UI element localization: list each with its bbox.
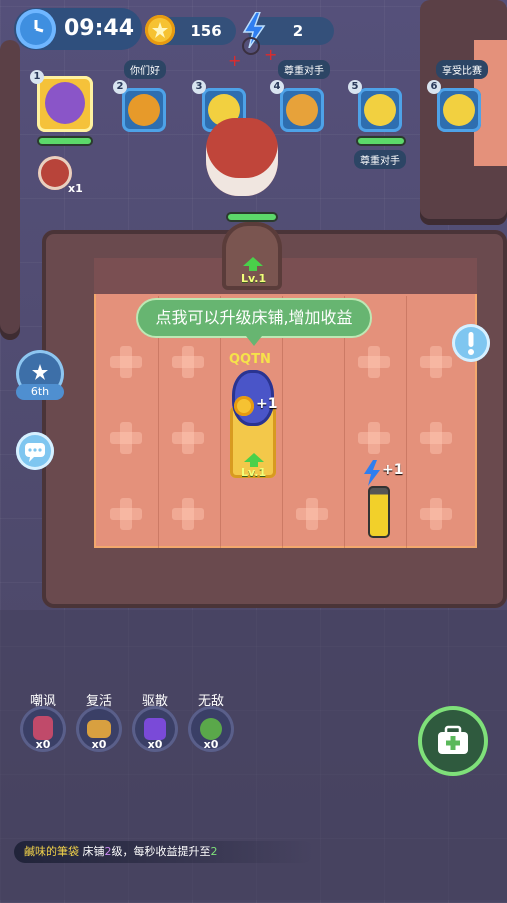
tip-pointer [246, 336, 262, 346]
skill-count: x0 [35, 738, 51, 751]
coin-icon [145, 15, 175, 45]
energy-count: 2 [292, 22, 304, 40]
message-text: 床铺 [82, 845, 105, 858]
trophy-rank: 6th [16, 384, 64, 400]
rank-badge: 6 [427, 80, 441, 94]
door-health-bar [228, 214, 276, 220]
alert-button[interactable] [452, 324, 490, 362]
player-name: QQTN [229, 352, 271, 367]
player-card-1[interactable] [37, 76, 93, 132]
bed-level: Lv.1 [241, 466, 267, 479]
message-level: 2 [104, 845, 112, 858]
system-message: 鹹味的筆袋 床铺2级，每秒收益提升至2 [14, 841, 314, 863]
message-value: 2 [210, 845, 218, 858]
yellow-monster-avatar [443, 94, 475, 126]
lightning-icon [362, 460, 382, 486]
chat-bubble: 你们好 [124, 60, 166, 79]
upgrade-arrow-icon [243, 256, 263, 271]
skill-count: x0 [147, 738, 163, 751]
upgrade-arrow-icon [244, 452, 264, 467]
hunter-count: x1 [68, 182, 83, 195]
hunter-target-icon: + + [226, 30, 277, 70]
rank-badge: 1 [30, 70, 44, 84]
medkit-icon [438, 725, 468, 754]
player-card-2[interactable] [122, 88, 166, 132]
chat-bubble: 尊重对手 [278, 60, 330, 79]
medkit-button[interactable] [418, 706, 488, 776]
svg-text:+: + [228, 51, 241, 70]
player-card-5[interactable] [358, 88, 402, 132]
coin-icon [234, 396, 254, 416]
hunter-icon [38, 156, 72, 190]
svg-text:+: + [264, 45, 276, 64]
skill-count: x0 [203, 738, 219, 751]
wall-left [0, 40, 20, 340]
player-card-4[interactable] [280, 88, 324, 132]
chat-button[interactable] [16, 432, 54, 470]
skill-count: x0 [91, 738, 107, 751]
battery-generator[interactable] [368, 486, 390, 538]
match-timer: 09:44 [64, 16, 135, 41]
yellow-monster-avatar [364, 94, 396, 126]
player-card-6[interactable] [437, 88, 481, 132]
chat-bubble: 尊重对手 [354, 150, 406, 169]
rank-badge: 3 [192, 80, 206, 94]
room-back-wall [94, 258, 477, 294]
energy-gain: +1 [382, 462, 404, 478]
coin-gain: +1 [256, 396, 278, 412]
upgrade-tip-bubble[interactable]: 点我可以升级床铺,增加收益 [136, 298, 372, 338]
orange-monster-avatar [128, 94, 160, 126]
cyclops-monster-avatar [286, 94, 318, 126]
rank-badge: 5 [348, 80, 362, 94]
message-sender: 鹹味的筆袋 [24, 845, 79, 858]
chat-bubble: 享受比赛 [436, 60, 488, 79]
player-health-bar [39, 138, 91, 144]
rank-badge: 2 [113, 80, 127, 94]
player-health-bar [358, 138, 404, 144]
clock-icon [16, 9, 56, 49]
purple-monster-avatar [45, 82, 85, 124]
rank-badge: 4 [270, 80, 284, 94]
message-text: 级，每秒收益提升至 [111, 845, 211, 858]
door-level: Lv.1 [241, 272, 267, 285]
hunter-monster [206, 118, 278, 196]
